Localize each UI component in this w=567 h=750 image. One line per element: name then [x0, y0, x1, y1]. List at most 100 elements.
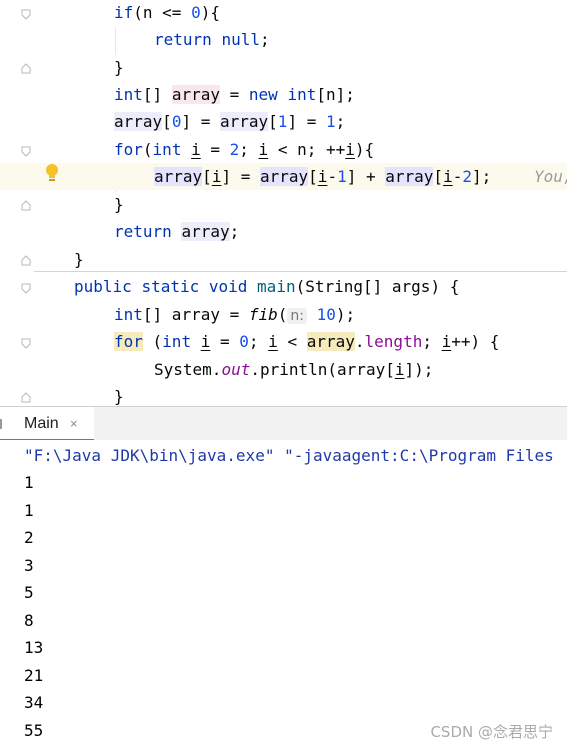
number-literal: 2 — [229, 140, 240, 159]
code-line: } — [0, 54, 567, 81]
code-text: [ — [202, 167, 212, 186]
keyword: int — [162, 332, 192, 351]
code-line: for(int i = 2; i < n; ++i){ — [0, 136, 567, 163]
console-output-line: 5 — [24, 583, 34, 602]
loop-variable: i — [441, 332, 452, 351]
number-literal: 1 — [337, 167, 347, 186]
parameter-hint: n: — [287, 308, 308, 324]
console-output-line: 1 — [24, 501, 34, 520]
variable-usage: array — [385, 167, 434, 186]
variable-declaration: array — [171, 85, 220, 104]
console-output-line: 1 — [24, 473, 34, 492]
code-text: ; — [239, 140, 259, 159]
keyword: int — [114, 85, 143, 104]
code-text: System. — [154, 360, 222, 379]
keyword: return — [114, 222, 172, 241]
tab-label: Main — [24, 415, 59, 432]
code-text: [ — [433, 167, 444, 186]
method-call: fib — [248, 305, 278, 324]
variable-usage: array — [219, 112, 269, 131]
code-text: ; — [259, 30, 270, 49]
watermark: CSDN @念君思宁 — [430, 723, 553, 741]
code-text: ( — [142, 332, 163, 351]
code-text: ( — [277, 305, 288, 324]
keyword: int — [287, 85, 317, 104]
loop-variable: i — [258, 140, 269, 159]
lightbulb-icon[interactable] — [44, 163, 60, 187]
code-text: [ — [162, 112, 172, 131]
console-output-line: 8 — [24, 611, 34, 630]
code-text: ; — [422, 332, 442, 351]
console-output-line: 3 — [24, 556, 34, 575]
tab-edge-icon — [0, 419, 8, 429]
code-line: array[0] = array[1] = 1; — [0, 108, 567, 135]
code-line: public static void main(String[] args) { — [0, 273, 567, 300]
variable-usage: array — [114, 112, 163, 131]
closing-brace: } — [74, 250, 84, 269]
console-output-line: 34 — [24, 693, 44, 712]
git-blame-hint[interactable]: You, — [534, 163, 567, 190]
code-text: ] = — [287, 112, 326, 131]
keyword: for — [114, 332, 143, 351]
keyword: return — [154, 30, 212, 49]
console-command-line: "F:\Java JDK\bin\java.exe" "-javaagent:C… — [24, 446, 554, 465]
code-line: for (int i = 0; i < array.length; i++) { — [0, 328, 567, 355]
code-text: ]); — [404, 360, 434, 379]
code-line: } — [0, 383, 567, 406]
number-literal: 0 — [191, 3, 201, 22]
console-output-line: 55 — [24, 721, 44, 740]
run-console[interactable]: "F:\Java JDK\bin\java.exe" "-javaagent:C… — [0, 440, 567, 750]
code-line: int[] array = new int[n]; — [0, 81, 567, 108]
variable-usage: array — [154, 167, 203, 186]
keyword: int — [114, 305, 143, 324]
code-text: ( — [142, 140, 153, 159]
closing-brace: } — [114, 58, 124, 77]
loop-variable: i — [268, 332, 278, 351]
code-text: = — [219, 85, 249, 104]
code-line: return array; — [0, 218, 567, 245]
loop-variable: i — [345, 140, 355, 159]
code-text: < — [277, 332, 307, 351]
code-editor[interactable]: if(n <= 0){ return null; } int[] array =… — [0, 0, 567, 406]
keyword: for — [114, 140, 143, 159]
variable-usage: array — [181, 222, 230, 241]
keyword: void — [208, 277, 248, 296]
code-text: [ — [308, 167, 318, 186]
tab-main[interactable]: Main × — [0, 407, 94, 441]
code-text: ] + — [346, 167, 386, 186]
code-text: ; — [229, 222, 240, 241]
code-text: ] = — [181, 112, 220, 131]
code-text: [] array = — [142, 305, 249, 324]
code-text: [ — [268, 112, 278, 131]
code-text: ++) { — [451, 332, 500, 351]
method-separator — [34, 271, 567, 272]
keyword: static — [141, 277, 200, 296]
method-name: main — [257, 277, 296, 296]
code-line: } — [0, 191, 567, 218]
code-line: int[] array = fib(n: 10); — [0, 301, 567, 328]
code-text: ){ — [200, 3, 220, 22]
keyword: null — [221, 30, 260, 49]
number-literal: 0 — [239, 332, 249, 351]
keyword: if — [114, 3, 134, 22]
code-line: if(n <= 0){ — [0, 0, 567, 26]
code-text: .println(array[ — [250, 360, 395, 379]
console-output-line: 21 — [24, 666, 44, 685]
closing-brace: } — [114, 195, 124, 214]
loop-variable: i — [211, 167, 222, 186]
number-literal: 1 — [277, 112, 288, 131]
close-icon[interactable]: × — [70, 416, 78, 431]
static-field: out — [221, 360, 251, 379]
code-text: ; — [335, 112, 346, 131]
code-text: ]; — [471, 167, 492, 186]
closing-brace: } — [114, 387, 124, 406]
number-literal: 10 — [316, 305, 336, 324]
code-text: - — [452, 167, 463, 186]
number-literal: 2 — [462, 167, 472, 186]
loop-variable: i — [200, 332, 211, 351]
code-text: [n]; — [316, 85, 355, 104]
keyword: new — [248, 85, 278, 104]
